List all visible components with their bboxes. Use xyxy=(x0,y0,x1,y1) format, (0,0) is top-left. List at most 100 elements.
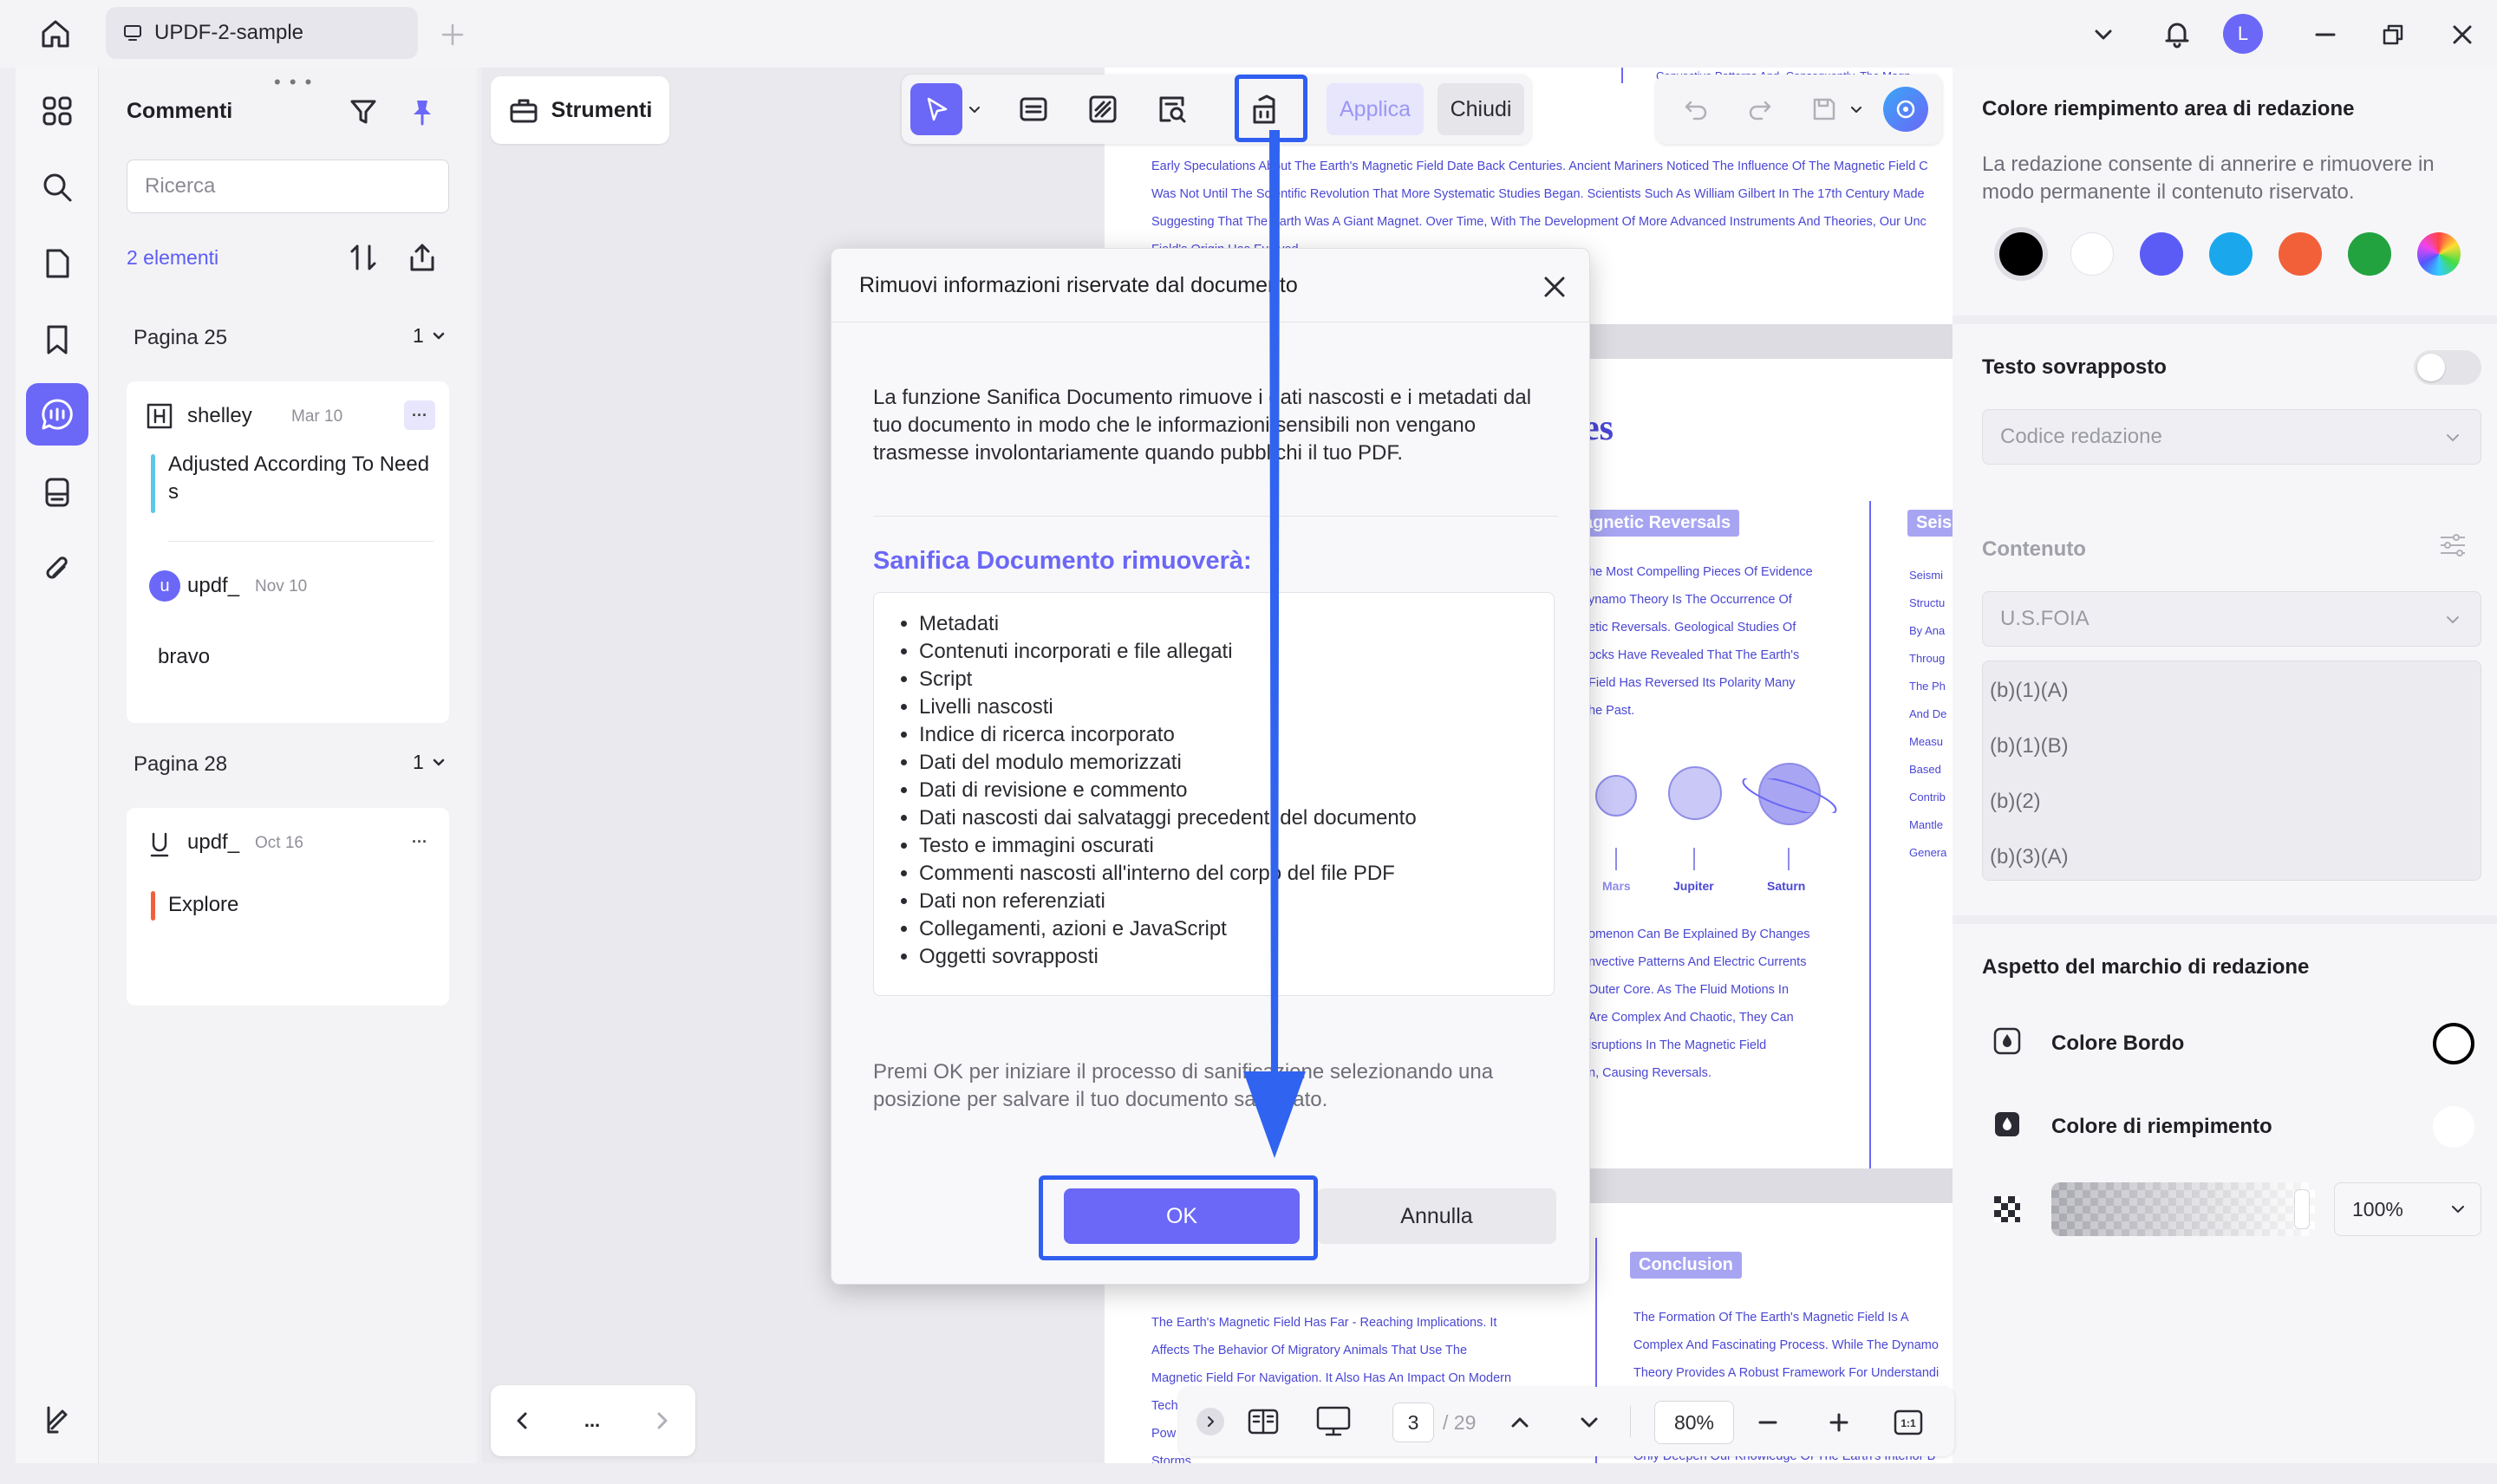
doc-text: Theory Provides A Robust Framework For U… xyxy=(1633,1366,1940,1380)
comments-search-input[interactable]: Ricerca xyxy=(127,159,449,213)
page-number-input[interactable]: 3 xyxy=(1392,1403,1434,1442)
planet-tick xyxy=(1693,848,1695,870)
reply-text: bravo xyxy=(158,645,211,668)
swatch-blue[interactable] xyxy=(2140,232,2183,276)
chevron-down-icon[interactable] xyxy=(1845,97,1868,121)
ai-assistant-icon[interactable] xyxy=(1883,87,1928,132)
chevron-down-icon[interactable] xyxy=(2084,16,2122,54)
page-layout-icon[interactable] xyxy=(1242,1401,1285,1442)
content-list-item[interactable]: (b)(1)(B) xyxy=(1990,734,2069,758)
undo-icon[interactable] xyxy=(1675,88,1717,130)
sort-icon[interactable] xyxy=(342,236,385,279)
swatch-green[interactable] xyxy=(2348,232,2391,276)
swatch-orange[interactable] xyxy=(2279,232,2322,276)
swatch-black[interactable] xyxy=(1999,232,2043,276)
comments-count: 2 elementi xyxy=(127,246,219,269)
attachments-panel-icon[interactable] xyxy=(26,461,88,524)
settings-sliders-icon[interactable] xyxy=(2431,524,2474,567)
close-dialog-icon[interactable] xyxy=(1535,268,1574,306)
chevron-down-icon xyxy=(2452,1206,2464,1214)
minimize-icon[interactable] xyxy=(2306,16,2344,54)
planet-jupiter xyxy=(1668,766,1722,820)
content-list-item[interactable]: (b)(2) xyxy=(1990,790,2041,814)
redo-icon[interactable] xyxy=(1739,88,1781,130)
search-redact-icon xyxy=(1159,96,1186,123)
text-box-icon xyxy=(147,403,173,429)
redaction-code-select[interactable]: Codice redazione xyxy=(1982,409,2481,465)
swatch-custom[interactable] xyxy=(2417,232,2461,276)
tools-button[interactable]: Strumenti xyxy=(491,76,669,144)
opacity-slider[interactable] xyxy=(2051,1182,2315,1236)
page-group-toggle[interactable]: 1 xyxy=(413,751,447,774)
redact-area-icon xyxy=(1089,95,1117,123)
theme-icon[interactable] xyxy=(26,1389,88,1451)
presentation-icon[interactable] xyxy=(1309,1401,1358,1442)
comments-panel: • • • Commenti Ricerca 2 elementi Pagina… xyxy=(99,68,477,1463)
zoom-input[interactable]: 80% xyxy=(1654,1401,1734,1444)
page-group-count: 1 xyxy=(413,324,424,347)
comments-icon[interactable] xyxy=(26,383,88,446)
next-page-icon[interactable] xyxy=(1569,1403,1609,1442)
document-tab[interactable]: UPDF-2-sample xyxy=(106,7,418,59)
reply-date: Nov 10 xyxy=(255,577,308,596)
bell-icon[interactable] xyxy=(2155,12,2199,55)
overlay-text-label: Testo sovrapposto xyxy=(1982,355,2167,379)
content-list-item[interactable]: (b)(1)(A) xyxy=(1990,679,2069,703)
page-group-toggle[interactable]: 1 xyxy=(413,324,447,348)
content-select[interactable]: U.S.FOIA xyxy=(1982,591,2481,647)
comment-author: updf_ xyxy=(187,830,240,854)
zoom-out-icon[interactable] xyxy=(1748,1403,1788,1442)
opacity-slider-handle[interactable] xyxy=(2294,1189,2310,1229)
home-icon[interactable] xyxy=(31,14,80,54)
actual-size-icon[interactable]: 1:1 xyxy=(1888,1403,1928,1442)
add-tab-icon[interactable] xyxy=(434,16,472,54)
zoom-in-icon[interactable] xyxy=(1819,1403,1859,1442)
comment-card[interactable]: shelley Mar 10 ··· Adjusted According To… xyxy=(127,381,449,723)
fill-color-swatch[interactable] xyxy=(2433,1106,2474,1148)
close-redact-button[interactable]: Chiudi xyxy=(1438,83,1524,135)
more-options-button[interactable]: ··· xyxy=(404,400,435,430)
comment-color-bar xyxy=(151,891,155,921)
more-options-button[interactable]: ··· xyxy=(404,827,435,856)
panel-divider xyxy=(1953,915,2497,924)
swatch-white[interactable] xyxy=(2070,232,2114,276)
content-list-item[interactable]: (b)(3)(A) xyxy=(1990,845,2069,869)
opacity-value: 100% xyxy=(2352,1197,2403,1220)
swatch-cyan[interactable] xyxy=(2209,232,2253,276)
planet-tick xyxy=(1615,848,1617,870)
redact-area-button[interactable] xyxy=(1079,85,1127,133)
more-icon[interactable]: ... xyxy=(572,1401,612,1441)
drag-handle[interactable]: • • • xyxy=(274,71,313,94)
border-color-swatch[interactable] xyxy=(2433,1023,2474,1064)
prev-comment-icon[interactable] xyxy=(503,1401,543,1441)
redact-text-button[interactable] xyxy=(1009,85,1058,133)
filter-icon[interactable] xyxy=(342,90,385,133)
restore-icon[interactable] xyxy=(2374,16,2412,54)
pages-icon[interactable] xyxy=(26,232,88,295)
doc-text: n, Causing Reversals. xyxy=(1588,1066,1711,1080)
doc-separator xyxy=(1621,68,1623,83)
apply-button[interactable]: Applica xyxy=(1327,83,1424,135)
next-comment-icon[interactable] xyxy=(642,1401,681,1441)
apps-icon[interactable] xyxy=(26,80,88,142)
select-tool-button[interactable] xyxy=(910,83,962,135)
save-icon[interactable] xyxy=(1803,88,1845,130)
opacity-select[interactable]: 100% xyxy=(2334,1182,2481,1236)
close-window-icon[interactable] xyxy=(2443,16,2481,54)
apply-label: Applica xyxy=(1340,96,1411,121)
avatar[interactable]: L xyxy=(2223,14,2263,54)
expand-icon[interactable] xyxy=(1196,1408,1224,1435)
search-icon[interactable] xyxy=(26,156,88,218)
paperclip-icon[interactable] xyxy=(26,537,88,600)
export-icon[interactable] xyxy=(401,236,444,279)
bookmark-icon[interactable] xyxy=(26,309,88,371)
document-tab-label: UPDF-2-sample xyxy=(154,21,304,44)
cancel-button[interactable]: Annulla xyxy=(1317,1188,1556,1244)
comment-card[interactable]: updf_ Oct 16 ··· Explore xyxy=(127,808,449,1006)
chevron-down-icon[interactable] xyxy=(964,97,985,121)
overlay-text-toggle[interactable] xyxy=(2414,350,2481,385)
prev-page-icon[interactable] xyxy=(1500,1403,1540,1442)
pin-icon[interactable] xyxy=(401,90,444,133)
search-redact-button[interactable] xyxy=(1148,85,1196,133)
comment-author: shelley xyxy=(187,404,252,427)
